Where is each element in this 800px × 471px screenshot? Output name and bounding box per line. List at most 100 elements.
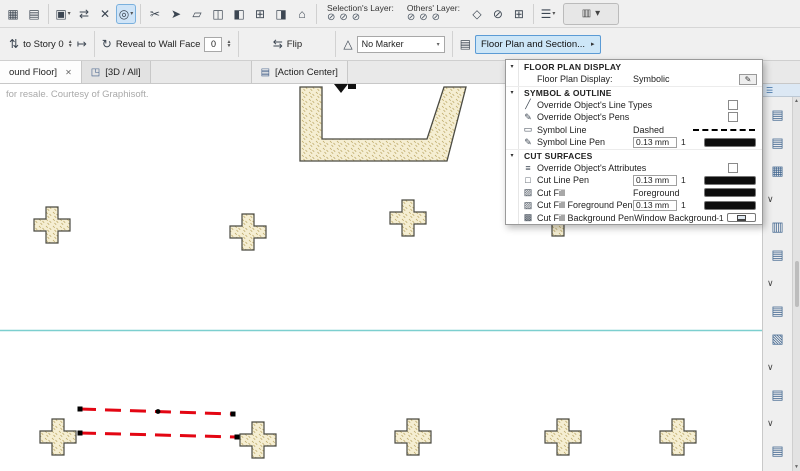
layer-state-icon[interactable]: ⊘ xyxy=(352,13,360,23)
column-symbol[interactable] xyxy=(39,418,77,456)
chevron-down-icon[interactable]: ∨ xyxy=(763,409,792,437)
column-symbol[interactable] xyxy=(33,206,71,244)
override-attributes-checkbox[interactable] xyxy=(728,162,738,173)
symbolic-display-icon[interactable]: ✎ xyxy=(739,73,757,85)
floor-plan-section-dropdown[interactable]: Floor Plan and Section... ▸ xyxy=(475,34,601,54)
cut-fill-background-value[interactable]: Window Background xyxy=(634,213,717,223)
section-marker-icon[interactable] xyxy=(334,84,348,93)
sheet-icon[interactable]: ▤ xyxy=(763,241,792,269)
override-line-types-checkbox[interactable] xyxy=(728,99,738,110)
delete-icon[interactable]: ✕ xyxy=(95,4,115,24)
floor-plan-display-value[interactable]: Symbolic xyxy=(633,74,689,84)
selected-wall-edge[interactable] xyxy=(79,431,238,439)
tab-action-center[interactable]: ▤ [Action Center] xyxy=(250,61,348,83)
symbol-line-pen-row: ✎ Symbol Line Pen 0.13 mm 1 xyxy=(506,136,762,149)
element-settings-icon[interactable]: ▣ ▾ xyxy=(53,4,73,24)
flip-button[interactable]: Flip xyxy=(287,39,302,50)
symbol-line-pen-weight[interactable]: 0.13 mm xyxy=(633,136,677,148)
marquee-tool-icon[interactable]: ▱ xyxy=(187,4,207,24)
cut-fill-foreground-pen-row: ▨ Cut Fill Foreground Pen 0.13 mm 1 xyxy=(506,199,762,212)
symbol-line-pen-swatch[interactable] xyxy=(704,137,756,147)
override-pens-checkbox[interactable] xyxy=(728,112,738,123)
project-grid-icon[interactable]: ▦ xyxy=(3,4,23,24)
layer-state-icon[interactable]: ⊘ xyxy=(327,13,335,23)
scroll-down-icon[interactable]: ▼ xyxy=(794,464,799,470)
layers-icon[interactable]: ▧ xyxy=(763,325,792,353)
column-symbol[interactable] xyxy=(229,213,267,251)
collapse-arrow-icon[interactable]: ▾ xyxy=(506,149,519,162)
collapse-arrow-icon[interactable]: ▾ xyxy=(506,86,519,99)
cut-line-pen-weight[interactable]: 0.13 mm xyxy=(633,174,677,186)
column-symbol[interactable] xyxy=(659,418,697,456)
pickup-parameters-icon[interactable]: ⇄ xyxy=(74,4,94,24)
selection-handle[interactable] xyxy=(230,411,236,417)
dashed-line-preview[interactable] xyxy=(693,128,755,131)
column-tool-icon[interactable]: ◨ xyxy=(271,4,291,24)
pen-number: -1 xyxy=(716,212,724,223)
reveal-stepper[interactable]: ▲ ▼ xyxy=(226,39,231,49)
column-symbol[interactable] xyxy=(544,418,582,456)
window-background-swatch[interactable] xyxy=(727,213,756,223)
column-symbol[interactable] xyxy=(389,199,427,237)
column-symbol[interactable] xyxy=(394,418,432,456)
cut-surfaces-header-row[interactable]: ▾ CUT SURFACES xyxy=(506,148,762,162)
selected-element[interactable] xyxy=(77,406,240,440)
grid-icon[interactable]: ▦ xyxy=(763,157,792,185)
sheet-icon[interactable]: ▥ xyxy=(763,213,792,241)
cut-icon[interactable]: ✂ xyxy=(145,4,165,24)
layer-state-icon[interactable]: ⊘ xyxy=(419,13,427,23)
cut-fill-foreground-pen-weight[interactable]: 0.13 mm xyxy=(633,199,677,211)
chevron-down-icon[interactable]: ∨ xyxy=(763,269,792,297)
wall-outline[interactable] xyxy=(299,86,467,162)
sheet-icon[interactable]: ▤ xyxy=(763,381,792,409)
visibility-off-icon[interactable]: ⊘ xyxy=(488,4,508,24)
chevron-down-icon[interactable]: ∨ xyxy=(763,353,792,381)
selection-handle[interactable] xyxy=(77,406,83,412)
scrollbar-thumb[interactable] xyxy=(794,261,799,307)
section-marker-flag[interactable] xyxy=(348,84,356,89)
jump-icon[interactable]: ↦ xyxy=(77,37,87,51)
toolbar-separator xyxy=(335,31,337,57)
sheet-icon[interactable]: ▤ xyxy=(763,297,792,325)
close-icon[interactable]: ✕ xyxy=(65,68,72,77)
chevron-down-icon[interactable]: ∨ xyxy=(763,185,792,213)
selection-midpoint-handle[interactable] xyxy=(155,409,161,414)
arrow-tool-icon[interactable]: ➤ xyxy=(166,4,186,24)
wall-tool-icon[interactable]: ◫ xyxy=(208,4,228,24)
selection-handle[interactable] xyxy=(77,430,83,436)
marker-dropdown[interactable]: No Marker ▾ xyxy=(356,35,445,53)
show-hide-icon[interactable]: ◎ ▾ xyxy=(116,3,136,24)
scroll-up-icon[interactable]: ▲ xyxy=(794,98,799,104)
layer-state-icon[interactable]: ⊘ xyxy=(339,13,347,23)
view-preview-dropdown[interactable]: ▥ ▾ xyxy=(562,2,619,25)
row-label: Cut Line Pen xyxy=(537,175,590,186)
roof-tool-icon[interactable]: ⌂ xyxy=(292,4,312,24)
grid-snap-icon[interactable]: ⊞ xyxy=(509,4,529,24)
window-tool-icon[interactable]: ⊞ xyxy=(250,4,270,24)
door-tool-icon[interactable]: ◧ xyxy=(229,4,249,24)
favorites-icon[interactable]: ▤ xyxy=(24,4,44,24)
reveal-value-field[interactable]: 0 xyxy=(204,36,223,52)
layers-icon[interactable]: ◇ xyxy=(467,4,487,24)
cut-fill-swatch[interactable] xyxy=(704,188,756,198)
sheet-icon[interactable]: ▤ xyxy=(763,101,792,129)
cut-line-pen-swatch[interactable] xyxy=(704,175,756,185)
view-options-icon[interactable]: ☰ ▾ xyxy=(538,4,558,24)
column-symbol[interactable] xyxy=(239,421,277,459)
tab-3d-all[interactable]: ◳ [3D / All] xyxy=(81,61,151,83)
tab-ground-floor[interactable]: ound Floor] ✕ xyxy=(0,61,82,83)
selection-handle[interactable] xyxy=(234,434,240,440)
sidebar-header[interactable]: ☰ xyxy=(763,84,800,97)
sheet-icon[interactable]: ▤ xyxy=(763,437,792,465)
cut-fill-value[interactable]: Foreground xyxy=(633,188,689,198)
collapse-arrow-icon[interactable]: ▾ xyxy=(506,60,519,73)
cut-fill-foreground-swatch[interactable] xyxy=(704,200,756,210)
panel-header-row[interactable]: ▾ FLOOR PLAN DISPLAY xyxy=(506,60,762,73)
symbol-outline-header-row[interactable]: ▾ SYMBOL & OUTLINE xyxy=(506,85,762,99)
layer-state-icon[interactable]: ⊘ xyxy=(432,13,440,23)
sidebar-scrollbar[interactable]: ▲ ▼ xyxy=(792,97,800,471)
symbol-line-value[interactable]: Dashed xyxy=(633,125,689,135)
story-stepper[interactable]: ▲ ▼ xyxy=(68,39,73,49)
sheet-icon[interactable]: ▤ xyxy=(763,129,792,157)
layer-state-icon[interactable]: ⊘ xyxy=(407,13,415,23)
